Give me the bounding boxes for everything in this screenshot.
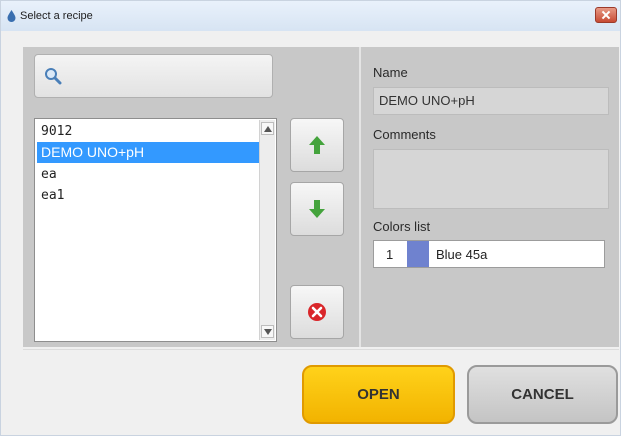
comments-label: Comments: [373, 127, 436, 142]
cancel-button[interactable]: CANCEL: [467, 365, 618, 424]
list-item[interactable]: ea: [37, 164, 259, 185]
list-item-selected[interactable]: DEMO UNO+pH: [37, 142, 259, 163]
color-name: Blue 45a: [436, 247, 488, 262]
move-up-button[interactable]: [290, 118, 344, 172]
move-down-button[interactable]: [290, 182, 344, 236]
delete-button[interactable]: [290, 285, 344, 339]
window-title: Select a recipe: [20, 10, 93, 22]
comments-field[interactable]: [373, 149, 609, 209]
footer-separator: [23, 349, 619, 350]
search-input[interactable]: [34, 54, 273, 98]
panel-divider: [359, 47, 361, 347]
scroll-down-icon[interactable]: [261, 325, 274, 338]
color-swatch: [407, 241, 429, 267]
colors-list-label: Colors list: [373, 219, 431, 234]
color-row[interactable]: 1 Blue 45a: [373, 240, 605, 268]
name-label: Name: [373, 65, 408, 80]
arrow-down-icon: [309, 200, 325, 218]
list-scrollbar[interactable]: [259, 120, 275, 340]
open-button[interactable]: OPEN: [302, 365, 455, 424]
arrow-up-icon: [309, 136, 325, 154]
title-bar: Select a recipe: [1, 1, 620, 31]
app-drop-icon: [7, 10, 16, 22]
list-item[interactable]: ea1: [37, 185, 259, 206]
search-icon: [45, 68, 62, 85]
scroll-up-icon[interactable]: [261, 122, 274, 135]
recipe-list[interactable]: 9012 DEMO UNO+pH ea ea1: [34, 118, 277, 342]
close-icon[interactable]: [595, 7, 617, 23]
select-recipe-dialog: Select a recipe 9012 DEMO UNO+pH ea ea1: [0, 0, 621, 436]
delete-icon: [308, 303, 326, 321]
color-index: 1: [386, 247, 394, 262]
name-field[interactable]: DEMO UNO+pH: [373, 87, 609, 115]
list-item[interactable]: 9012: [37, 121, 259, 142]
